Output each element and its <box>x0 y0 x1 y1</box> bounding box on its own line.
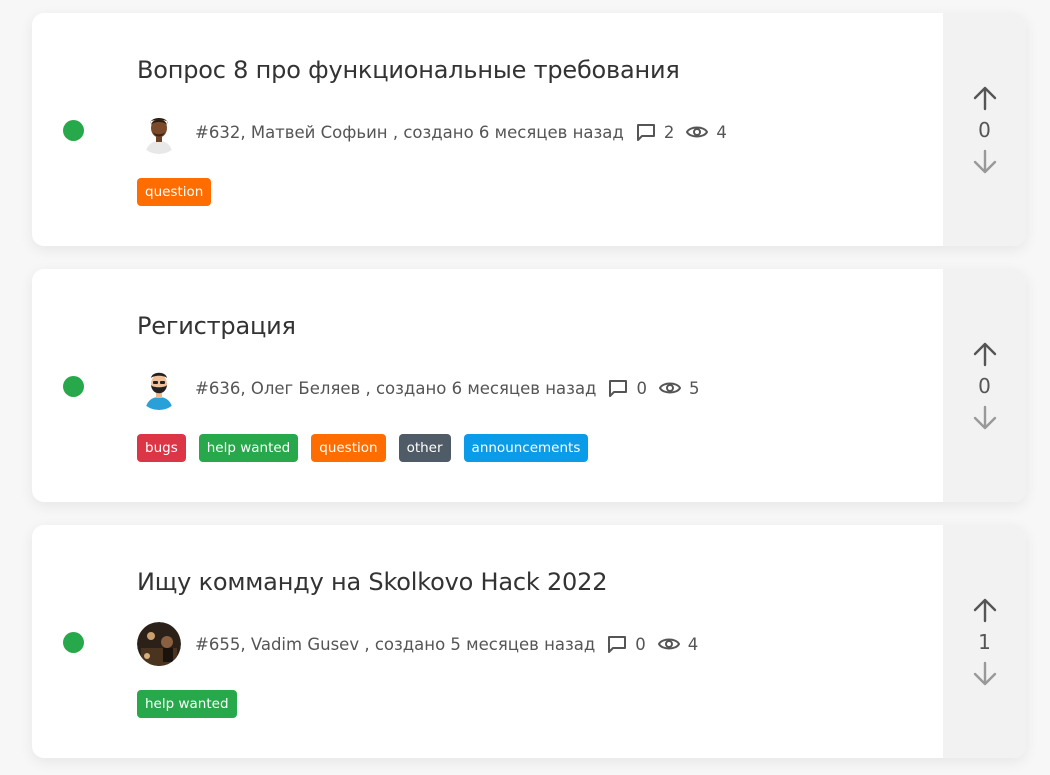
arrow-down-icon[interactable] <box>970 659 1000 689</box>
author-name[interactable]: Матвей Софьин <box>251 123 388 142</box>
topic-card[interactable]: Вопрос 8 про функциональные требования #… <box>32 13 1026 246</box>
avatar[interactable] <box>137 110 181 154</box>
view-count: 4 <box>716 122 727 142</box>
author-name[interactable]: Vadim Gusev <box>251 635 359 654</box>
tag-other[interactable]: other <box>398 434 451 462</box>
topic-number: #655, <box>195 634 246 654</box>
author-name[interactable]: Олег Беляев <box>251 379 360 398</box>
avatar[interactable] <box>137 366 181 410</box>
comments-stat: 2 <box>636 122 675 142</box>
eye-icon <box>658 382 681 394</box>
status-indicator <box>63 632 84 653</box>
comments-stat: 0 <box>608 378 647 398</box>
created-time: , создано 6 месяцев назад <box>365 378 597 398</box>
tag-list: help wanted <box>137 690 237 718</box>
created-time: , создано 5 месяцев назад <box>364 634 596 654</box>
comment-count: 0 <box>635 634 646 654</box>
comment-count: 0 <box>636 378 647 398</box>
vote-count: 0 <box>978 373 991 398</box>
comment-icon <box>608 636 627 653</box>
view-count: 5 <box>688 378 700 398</box>
tag-list: question <box>137 178 212 206</box>
status-indicator <box>63 376 84 397</box>
views-stat: 4 <box>657 634 699 654</box>
tag-announcements[interactable]: announcements <box>463 434 589 462</box>
vote-count: 0 <box>978 117 991 142</box>
topic-list: Вопрос 8 про функциональные требования #… <box>0 0 1050 775</box>
vote-panel: 0 <box>943 269 1026 502</box>
comment-count: 2 <box>663 122 675 142</box>
tag-help-wanted[interactable]: help wanted <box>137 690 237 718</box>
topic-number: #636, <box>195 378 246 398</box>
topic-title[interactable]: Регистрация <box>137 312 296 340</box>
tag-list: bugs help wanted question other announce… <box>137 434 589 462</box>
views-stat: 5 <box>658 378 700 398</box>
topic-card[interactable]: Ищу комманду на Skolkovo Hack 2022 #655,… <box>32 525 1026 758</box>
eye-icon <box>657 638 680 650</box>
vote-panel: 0 <box>943 13 1026 246</box>
topic-meta: #632, Матвей Софьин , создано 6 месяцев … <box>137 110 727 154</box>
avatar[interactable] <box>137 622 181 666</box>
tag-help-wanted[interactable]: help wanted <box>198 434 299 462</box>
topic-card[interactable]: Регистрация #636, Олег Беляев , создано … <box>32 269 1026 502</box>
topic-meta: #636, Олег Беляев , создано 6 месяцев на… <box>137 366 700 410</box>
eye-icon <box>686 126 709 138</box>
topic-title[interactable]: Ищу комманду на Skolkovo Hack 2022 <box>137 568 607 596</box>
created-time: , создано 6 месяцев назад <box>392 122 624 142</box>
vote-panel: 1 <box>943 525 1026 758</box>
tag-bugs[interactable]: bugs <box>137 434 186 462</box>
topic-number: #632, <box>195 122 246 142</box>
arrow-up-icon[interactable] <box>970 83 1000 113</box>
arrow-up-icon[interactable] <box>970 595 1000 625</box>
comments-stat: 0 <box>607 634 646 654</box>
view-count: 4 <box>687 634 699 654</box>
arrow-down-icon[interactable] <box>970 147 1000 177</box>
arrow-down-icon[interactable] <box>970 403 1000 433</box>
arrow-up-icon[interactable] <box>970 339 1000 369</box>
status-indicator <box>63 120 84 141</box>
topic-title[interactable]: Вопрос 8 про функциональные требования <box>137 56 680 84</box>
topic-meta: #655, Vadim Gusev , создано 5 месяцев на… <box>137 622 699 666</box>
vote-count: 1 <box>978 629 991 654</box>
comment-icon <box>609 380 628 397</box>
views-stat: 4 <box>686 123 727 142</box>
tag-question[interactable]: question <box>311 434 386 462</box>
comment-icon <box>636 124 655 141</box>
tag-question[interactable]: question <box>137 178 212 206</box>
